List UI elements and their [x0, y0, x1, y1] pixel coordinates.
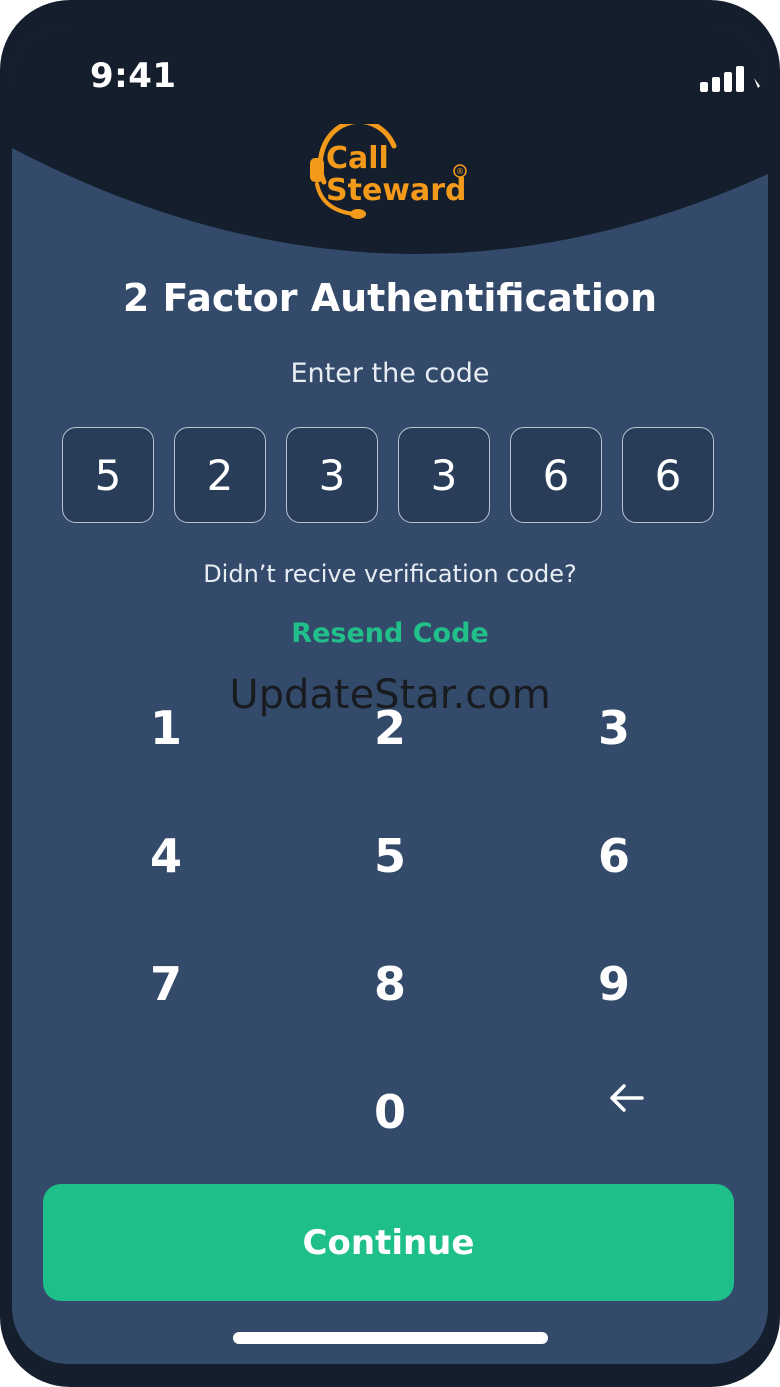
code-prompt: Enter the code [290, 358, 490, 389]
numeric-keypad: 1 2 3 4 5 6 7 8 9 0 [12, 666, 768, 1186]
home-indicator [233, 1332, 548, 1344]
keypad-key-5[interactable]: 5 [310, 808, 470, 904]
keypad-key-9[interactable]: 9 [534, 936, 694, 1032]
keypad-backspace-button[interactable] [546, 1050, 706, 1146]
code-digit-box[interactable]: 5 [62, 427, 154, 523]
registered-mark: ® [456, 167, 464, 176]
keypad-key-2[interactable]: 2 [310, 680, 470, 776]
code-digit-box[interactable]: 3 [398, 427, 490, 523]
code-digit-box[interactable]: 6 [622, 427, 714, 523]
logo-word-call: Call [326, 141, 389, 176]
code-digit-box[interactable]: 3 [286, 427, 378, 523]
backspace-arrow-icon [610, 1084, 644, 1112]
code-digit-box[interactable]: 2 [174, 427, 266, 523]
call-steward-logo: Call Steward ® [310, 124, 467, 219]
keypad-key-4[interactable]: 4 [86, 808, 246, 904]
page-title: 2 Factor Authentification [122, 276, 658, 320]
keypad-key-7[interactable]: 7 [86, 936, 246, 1032]
resend-code-link[interactable]: Resend Code [12, 618, 768, 649]
code-input-row: 5 2 3 3 6 6 [62, 427, 718, 527]
keypad-key-8[interactable]: 8 [310, 936, 470, 1032]
keypad-key-3[interactable]: 3 [534, 680, 694, 776]
code-digit-box[interactable]: 6 [510, 427, 602, 523]
continue-button[interactable]: Continue [43, 1184, 734, 1301]
status-time: 9:41 [90, 56, 177, 96]
resend-hint: Didn’t recive verification code? [203, 560, 577, 588]
phone-frame: 9:41 Call Steward ® 2 Factor Authentific… [0, 0, 780, 1387]
keypad-key-0[interactable]: 0 [310, 1064, 470, 1160]
keypad-key-6[interactable]: 6 [534, 808, 694, 904]
keypad-key-1[interactable]: 1 [86, 680, 246, 776]
signal-bars-icon [700, 66, 760, 92]
logo-word-steward: Steward [326, 173, 467, 208]
app-screen: 9:41 Call Steward ® 2 Factor Authentific… [12, 26, 768, 1364]
